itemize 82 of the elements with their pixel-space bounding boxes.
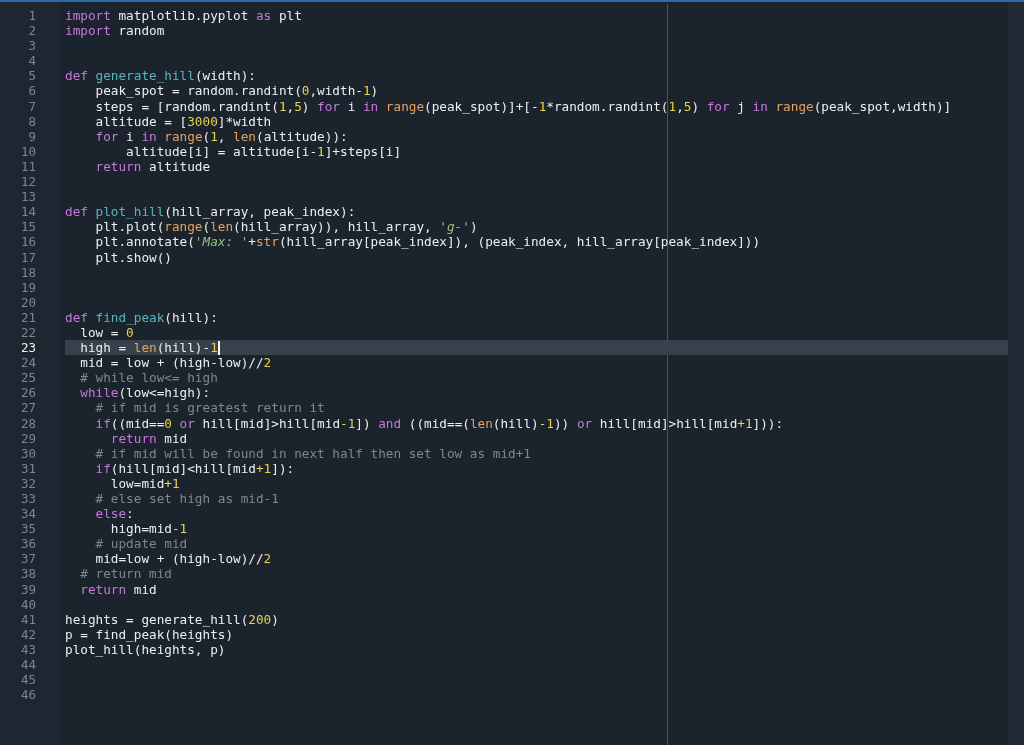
- code-line: altitude = [3000]*width: [94, 113, 273, 129]
- line-number: 46: [19, 687, 37, 703]
- code-line: # if mid is greatest return it: [94, 400, 326, 416]
- code-line: else:: [94, 506, 135, 522]
- code-line: mid = low + (high-low)//2: [79, 355, 273, 371]
- line-number: 25: [19, 370, 37, 386]
- line-number: 20: [19, 294, 37, 310]
- code-line: def find_peak(hill):: [65, 309, 219, 325]
- code-line: plt.show(): [94, 249, 173, 265]
- line-number: 6: [27, 83, 37, 99]
- code-line: return mid: [79, 581, 158, 597]
- line-number: 35: [19, 521, 37, 537]
- line-number: 21: [19, 309, 37, 325]
- code-line: p = find_peak(heights): [65, 626, 234, 642]
- line-number: 29: [19, 430, 37, 446]
- code-line: plt.plot(range(len(hill_array)), hill_array, 'g-'): [94, 219, 479, 235]
- line-number: 26: [19, 385, 37, 401]
- line-number: 11: [19, 158, 37, 175]
- line-number: 23: [19, 340, 37, 356]
- line-number: 38: [19, 566, 37, 582]
- line-number: 17: [19, 249, 37, 265]
- code-line: plt.annotate('Max: '+str(hill_array[peak_index]), (peak_index, hill_array[peak_index])): [94, 234, 762, 250]
- code-line: high=mid-1: [109, 521, 189, 537]
- line-number: 37: [19, 551, 37, 567]
- code-line: low=mid+1: [109, 475, 181, 491]
- code-line: # else set high as mid-1: [94, 491, 280, 507]
- code-line: peak_spot = random.randint(0,width-1): [94, 83, 380, 99]
- code-line: if((mid==0 or hill[mid]>hill[mid-1]) and ((mid==(len(hill)-1)) or hill[mid]>hill[mid+1])):: [94, 415, 785, 431]
- code-line: mid=low + (high-low)//2: [94, 551, 273, 567]
- code-line: low = 0: [79, 324, 134, 341]
- line-number: 9: [27, 128, 37, 144]
- line-number: 22: [19, 324, 37, 341]
- code-line: steps = [random.randint(1,5) for i in range(peak_spot)]+[-1*random.randint(1,5) for j in range(peak_spot,width)]: [94, 98, 953, 114]
- line-number: 43: [19, 641, 37, 658]
- line-number: 44: [19, 657, 37, 673]
- code-line: import matplotlib.pyplot as plt: [65, 8, 303, 24]
- line-number: 40: [19, 596, 37, 612]
- code-line: def plot_hill(hill_array, peak_index):: [65, 204, 357, 220]
- line-number: 8: [27, 113, 37, 129]
- code-line: import random: [65, 23, 166, 39]
- line-number: 32: [19, 475, 37, 491]
- code-line: def generate_hill(width):: [65, 68, 257, 84]
- line-number: 7: [27, 98, 37, 114]
- code-line: heights = generate_hill(200): [65, 611, 280, 627]
- line-number: 10: [19, 143, 37, 159]
- line-number: 1: [27, 8, 37, 24]
- code-line: while(low<=high):: [79, 385, 212, 401]
- code-line: altitude[i] = altitude[i-1]+steps[i]: [125, 143, 403, 159]
- code-line: # if mid will be found in next half then set low as mid+1: [94, 445, 532, 461]
- line-number: 45: [19, 672, 37, 688]
- line-number: 4: [27, 53, 37, 69]
- line-number: 14: [19, 204, 37, 220]
- line-number: 34: [19, 506, 37, 522]
- code-line: # update mid: [94, 536, 189, 552]
- line-number: 3: [27, 38, 37, 54]
- line-number: 41: [19, 611, 37, 627]
- line-number: 5: [27, 68, 37, 84]
- line-number: 39: [19, 581, 37, 597]
- code-line: plot_hill(heights, p): [65, 641, 226, 658]
- code-line: return mid: [109, 430, 189, 446]
- line-number: 18: [19, 264, 37, 280]
- code-line: # while low<= high: [79, 370, 219, 386]
- line-number: 42: [19, 626, 37, 642]
- line-number: 31: [19, 460, 37, 476]
- line-number: 13: [19, 189, 37, 205]
- code-line: return altitude: [94, 158, 212, 175]
- code-line: if(hill[mid]<hill[mid+1]):: [94, 460, 296, 476]
- line-number: 24: [19, 355, 37, 371]
- line-number: 19: [19, 279, 37, 295]
- scrollbar-track[interactable]: [1008, 2, 1024, 745]
- line-number: 16: [19, 234, 37, 250]
- text-cursor: [217, 340, 220, 355]
- line-number: 28: [19, 415, 37, 431]
- line-number: 12: [19, 174, 37, 190]
- line-number: 2: [27, 23, 37, 39]
- code-line: for i in range(1, len(altitude)):: [94, 128, 349, 144]
- line-number: 33: [19, 491, 37, 507]
- code-line: # return mid: [79, 566, 173, 582]
- line-number: 30: [19, 445, 37, 461]
- line-number: 15: [19, 219, 37, 235]
- line-number: 36: [19, 536, 37, 552]
- line-number: 27: [19, 400, 37, 416]
